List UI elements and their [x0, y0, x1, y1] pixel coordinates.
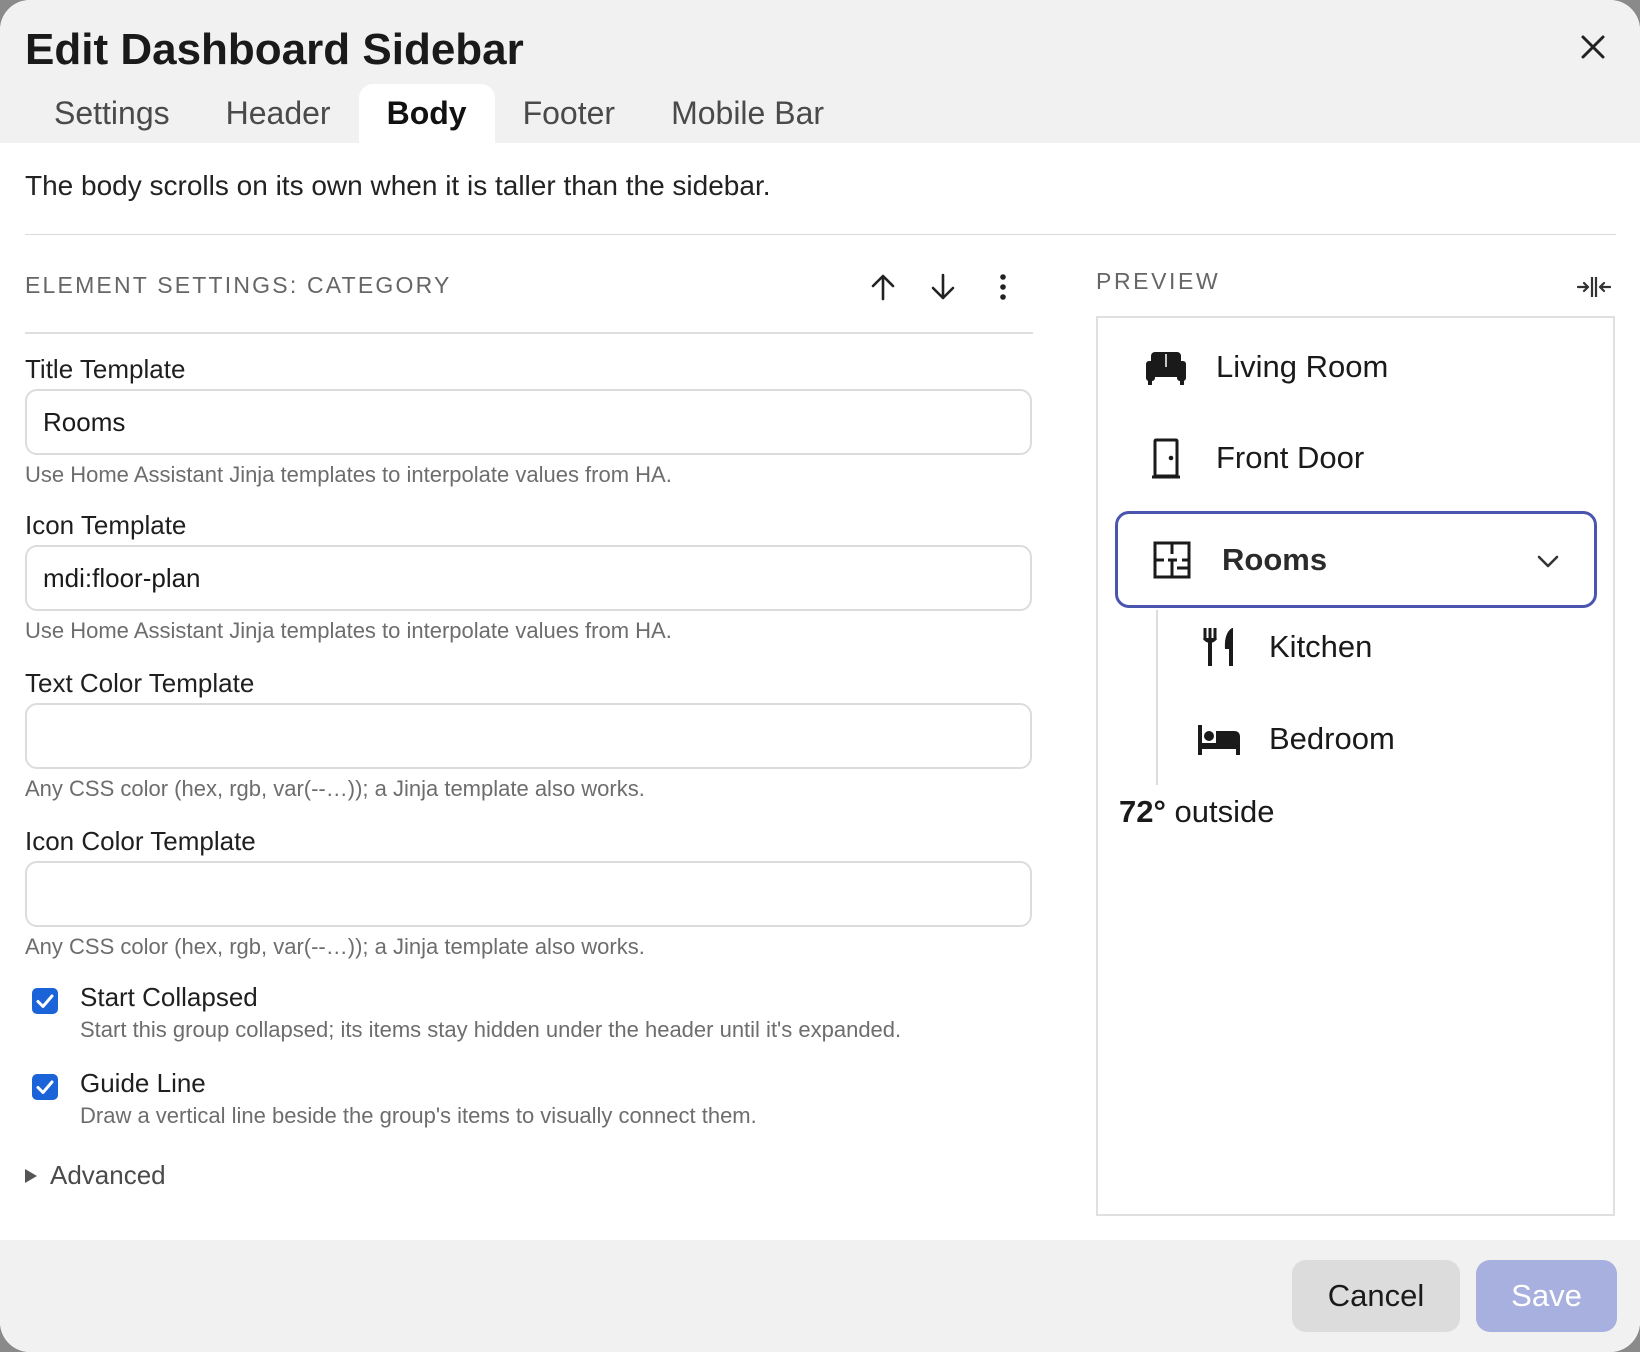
icon-template-help: Use Home Assistant Jinja templates to in… — [25, 618, 672, 643]
guide-line-help: Draw a vertical line beside the group's … — [80, 1103, 757, 1128]
sofa-icon — [1143, 344, 1189, 390]
outside-label: outside — [1165, 794, 1275, 829]
preview-item-label: Bedroom — [1269, 721, 1395, 756]
floor-plan-icon — [1149, 537, 1195, 583]
tab-mobile-bar[interactable]: Mobile Bar — [643, 84, 852, 143]
dots-vertical-icon — [1000, 274, 1006, 300]
move-down-button[interactable] — [922, 266, 964, 308]
cancel-button[interactable]: Cancel — [1292, 1260, 1460, 1332]
icon-color-template-input[interactable] — [25, 861, 1032, 927]
preview-item-label: Kitchen — [1269, 629, 1373, 664]
start-collapsed-checkbox[interactable] — [32, 988, 58, 1014]
title-template-label: Title Template — [25, 354, 186, 384]
guide-line-checkbox[interactable] — [32, 1074, 58, 1100]
title-template-input[interactable] — [25, 389, 1032, 455]
body-intro-text: The body scrolls on its own when it is t… — [25, 170, 771, 201]
checkmark-icon — [36, 994, 54, 1008]
arrow-up-icon — [871, 274, 895, 301]
preview-item-front-door[interactable]: Front Door — [1143, 433, 1364, 483]
chevron-down-icon — [1537, 555, 1559, 568]
tab-bar: Settings Header Body Footer Mobile Bar — [26, 84, 852, 143]
edit-sidebar-dialog: Edit Dashboard Sidebar Settings Header B… — [0, 0, 1640, 1352]
preview-item-bedroom[interactable]: Bedroom — [1196, 714, 1395, 764]
advanced-toggle[interactable]: Advanced — [24, 1160, 166, 1191]
arrow-collapse-horizontal-icon — [1577, 277, 1611, 297]
close-icon — [1581, 35, 1605, 59]
tab-header[interactable]: Header — [198, 84, 359, 143]
bed-icon — [1196, 716, 1242, 762]
move-up-button[interactable] — [862, 266, 904, 308]
triangle-right-icon — [25, 1168, 37, 1183]
element-actions — [862, 266, 1024, 308]
preview-collapse-button[interactable] — [1573, 266, 1615, 308]
text-color-template-help: Any CSS color (hex, rgb, var(--…)); a Ji… — [25, 776, 645, 801]
element-settings-heading: ELEMENT SETTINGS: CATEGORY — [25, 272, 452, 298]
tab-settings[interactable]: Settings — [26, 84, 198, 143]
title-template-help: Use Home Assistant Jinja templates to in… — [25, 462, 672, 487]
preview-group-rooms[interactable]: Rooms — [1115, 511, 1597, 608]
text-color-template-input[interactable] — [25, 703, 1032, 769]
advanced-label: Advanced — [50, 1160, 166, 1190]
divider — [25, 332, 1033, 334]
arrow-down-icon — [931, 273, 955, 300]
checkmark-icon — [36, 1080, 54, 1094]
preview-group-label: Rooms — [1222, 541, 1328, 577]
preview-item-kitchen[interactable]: Kitchen — [1196, 622, 1372, 672]
start-collapsed-help: Start this group collapsed; its items st… — [80, 1017, 902, 1042]
outside-temperature: 72° — [1119, 794, 1166, 829]
start-collapsed-label: Start Collapsed — [80, 982, 258, 1012]
silverware-icon — [1196, 624, 1242, 670]
preview-item-label: Front Door — [1216, 440, 1365, 475]
dialog-title: Edit Dashboard Sidebar — [25, 25, 524, 74]
preview-footer-text: 72° outside — [1119, 794, 1274, 830]
preview-heading: PREVIEW — [1096, 268, 1221, 294]
tab-footer[interactable]: Footer — [495, 84, 643, 143]
icon-color-template-help: Any CSS color (hex, rgb, var(--…)); a Ji… — [25, 934, 645, 959]
icon-color-template-label: Icon Color Template — [25, 826, 256, 856]
icon-template-label: Icon Template — [25, 510, 187, 540]
dialog-header: Edit Dashboard Sidebar Settings Header B… — [0, 0, 1640, 143]
preview-item-living-room[interactable]: Living Room — [1143, 342, 1388, 392]
icon-template-input[interactable] — [25, 545, 1032, 611]
divider — [25, 234, 1616, 235]
door-icon — [1143, 435, 1189, 481]
more-options-button[interactable] — [982, 266, 1024, 308]
group-guide-line — [1156, 610, 1158, 785]
close-button[interactable] — [1572, 26, 1614, 68]
tab-body[interactable]: Body — [358, 84, 495, 143]
preview-item-label: Living Room — [1216, 349, 1389, 384]
guide-line-label: Guide Line — [80, 1068, 206, 1098]
text-color-template-label: Text Color Template — [25, 668, 255, 698]
save-button[interactable]: Save — [1476, 1260, 1617, 1332]
